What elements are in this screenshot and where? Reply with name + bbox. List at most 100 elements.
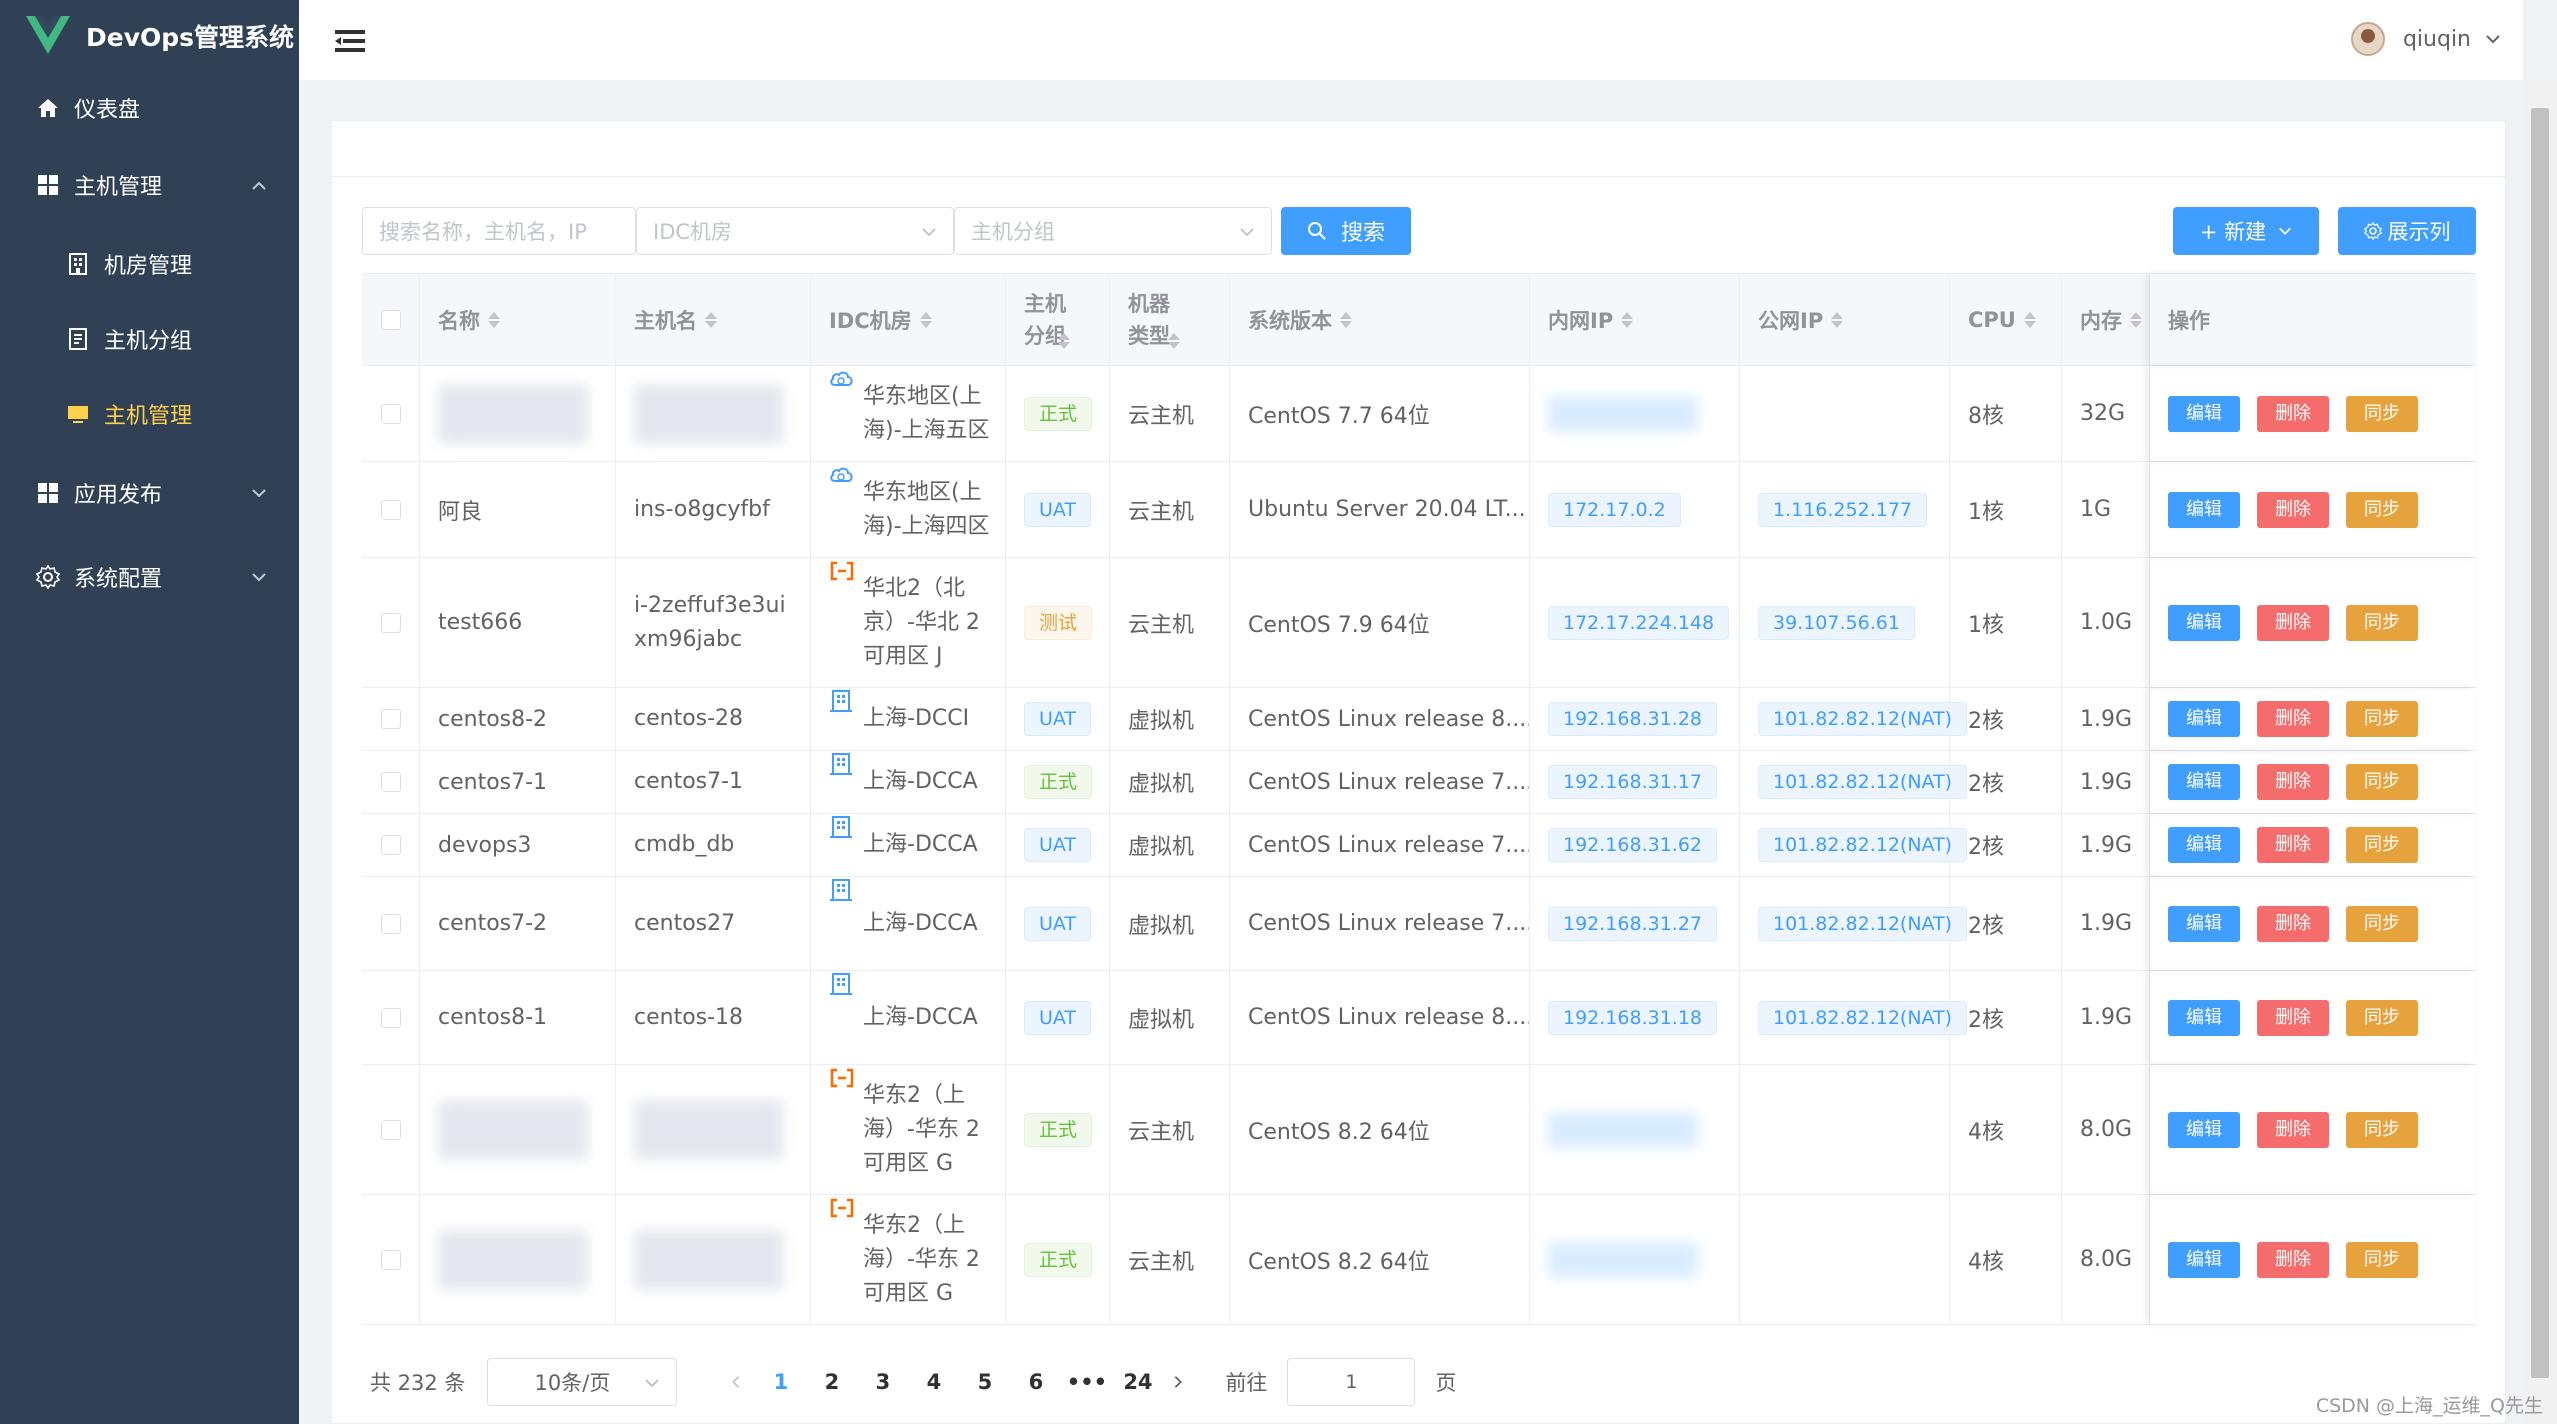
row-checkbox[interactable] bbox=[380, 1007, 401, 1028]
table-row[interactable]: 阿良 ins-o8gcyfbf 华东地区(上海)-上海四区 UAT 云主机 Ubuntu … bbox=[362, 462, 2476, 558]
delete-button[interactable]: 删除 bbox=[2257, 395, 2329, 432]
table-row[interactable]: 华东地区(上海)-上海五区 正式 云主机 CentOS 7.7 64位 8核 32G 编辑删… bbox=[362, 366, 2476, 462]
row-select[interactable] bbox=[362, 971, 420, 1064]
edit-button[interactable]: 编辑 bbox=[2168, 827, 2240, 863]
row-checkbox[interactable] bbox=[380, 913, 401, 934]
table-row[interactable]: 华东2（上海）-华东 2 可用区 G 正式 云主机 CentOS 8.2 64位 4核 8… bbox=[362, 1195, 2476, 1325]
row-checkbox[interactable] bbox=[380, 403, 401, 424]
sort-icon[interactable] bbox=[488, 311, 500, 328]
col-idc[interactable]: IDC机房 bbox=[811, 274, 1006, 365]
row-checkbox[interactable] bbox=[380, 1119, 401, 1140]
hamburger-icon[interactable] bbox=[335, 28, 365, 54]
col-group[interactable]: 主机分组 bbox=[1006, 274, 1110, 365]
row-select[interactable] bbox=[362, 1195, 420, 1324]
sort-icon[interactable] bbox=[1831, 311, 1844, 328]
sync-button[interactable]: 同步 bbox=[2346, 1241, 2418, 1278]
edit-button[interactable]: 编辑 bbox=[2168, 604, 2240, 641]
table-row[interactable]: devops3 cmdb_db 上海-DCCA UAT 虚拟机 CentOS Linux … bbox=[362, 814, 2476, 877]
row-select[interactable] bbox=[362, 558, 420, 687]
page-ellipsis[interactable]: ••• bbox=[1061, 1370, 1112, 1394]
scrollbar-thumb[interactable] bbox=[2531, 108, 2549, 1378]
user-menu[interactable]: qiuqin bbox=[2350, 22, 2501, 56]
table-row[interactable]: centos7-2 centos27 上海-DCCA UAT 虚拟机 CentOS Lin… bbox=[362, 877, 2476, 971]
col-cpu[interactable]: CPU bbox=[1950, 274, 2062, 365]
sort-icon[interactable] bbox=[1168, 333, 1180, 349]
col-public-ip[interactable]: 公网IP bbox=[1740, 274, 1950, 365]
delete-button[interactable]: 删除 bbox=[2257, 701, 2329, 737]
sync-button[interactable]: 同步 bbox=[2346, 905, 2418, 942]
row-select[interactable] bbox=[362, 877, 420, 970]
page-number[interactable]: 1 bbox=[755, 1370, 806, 1394]
idc-select[interactable]: IDC机房 bbox=[636, 207, 954, 255]
row-select[interactable] bbox=[362, 688, 420, 750]
table-row[interactable]: 华东2（上海）-华东 2 可用区 G 正式 云主机 CentOS 8.2 64位 4核 8… bbox=[362, 1065, 2476, 1195]
edit-button[interactable]: 编辑 bbox=[2168, 1241, 2240, 1278]
table-row[interactable]: test666 i-2zeffuf3e3uixm96jabc 华北2（北京）-华北 … bbox=[362, 558, 2476, 688]
page-number[interactable]: 5 bbox=[959, 1370, 1010, 1394]
sidebar-item-dashboard[interactable]: 仪表盘 bbox=[0, 72, 299, 144]
page-number[interactable]: 2 bbox=[806, 1370, 857, 1394]
sort-icon[interactable] bbox=[1340, 311, 1352, 328]
row-checkbox[interactable] bbox=[380, 1249, 401, 1270]
edit-button[interactable]: 编辑 bbox=[2168, 905, 2240, 942]
search-button[interactable]: 搜索 bbox=[1281, 207, 1411, 255]
new-button[interactable]: + 新建 bbox=[2173, 207, 2319, 255]
sync-button[interactable]: 同步 bbox=[2346, 1111, 2418, 1148]
select-all-checkbox[interactable] bbox=[380, 309, 401, 330]
sort-icon[interactable] bbox=[2130, 311, 2142, 328]
delete-button[interactable]: 删除 bbox=[2257, 604, 2329, 641]
sort-icon[interactable] bbox=[1058, 333, 1070, 349]
sort-icon[interactable] bbox=[705, 311, 717, 328]
goto-page-input[interactable]: 1 bbox=[1287, 1358, 1416, 1406]
prev-page-icon[interactable] bbox=[729, 1375, 743, 1389]
col-private-ip[interactable]: 内网IP bbox=[1530, 274, 1740, 365]
row-select[interactable] bbox=[362, 1065, 420, 1194]
delete-button[interactable]: 删除 bbox=[2257, 491, 2329, 528]
sidebar-item-app-release[interactable]: 应用发布 bbox=[0, 451, 299, 535]
delete-button[interactable]: 删除 bbox=[2257, 764, 2329, 800]
sync-button[interactable]: 同步 bbox=[2346, 604, 2418, 641]
page-number[interactable]: 24 bbox=[1112, 1370, 1163, 1394]
delete-button[interactable]: 删除 bbox=[2257, 1241, 2329, 1278]
avatar[interactable] bbox=[2350, 22, 2385, 56]
col-hostname[interactable]: 主机名 bbox=[616, 274, 811, 365]
col-name[interactable]: 名称 bbox=[420, 274, 616, 365]
sync-button[interactable]: 同步 bbox=[2346, 395, 2418, 432]
sidebar-item-host-group[interactable]: 主机分组 bbox=[0, 301, 299, 376]
sync-button[interactable]: 同步 bbox=[2346, 701, 2418, 737]
delete-button[interactable]: 删除 bbox=[2257, 905, 2329, 942]
row-select[interactable] bbox=[362, 366, 420, 461]
edit-button[interactable]: 编辑 bbox=[2168, 999, 2240, 1036]
col-os[interactable]: 系统版本 bbox=[1230, 274, 1530, 365]
delete-button[interactable]: 删除 bbox=[2257, 999, 2329, 1036]
edit-button[interactable]: 编辑 bbox=[2168, 1111, 2240, 1148]
edit-button[interactable]: 编辑 bbox=[2168, 701, 2240, 737]
delete-button[interactable]: 删除 bbox=[2257, 1111, 2329, 1148]
sort-icon[interactable] bbox=[2023, 311, 2036, 328]
sync-button[interactable]: 同步 bbox=[2346, 764, 2418, 800]
sidebar-item-host[interactable]: 主机管理 bbox=[0, 376, 299, 451]
edit-button[interactable]: 编辑 bbox=[2168, 491, 2240, 528]
table-row[interactable]: centos8-2 centos-28 上海-DCCI UAT 虚拟机 CentOS Li… bbox=[362, 688, 2476, 751]
app-logo[interactable]: DevOps管理系统 bbox=[0, 0, 299, 72]
table-row[interactable]: centos8-1 centos-18 上海-DCCA UAT 虚拟机 CentOS Li… bbox=[362, 971, 2476, 1065]
group-select[interactable]: 主机分组 bbox=[954, 207, 1272, 255]
page-number[interactable]: 6 bbox=[1010, 1370, 1061, 1394]
sort-icon[interactable] bbox=[1621, 311, 1634, 328]
show-columns-button[interactable]: 展示列 bbox=[2338, 207, 2476, 255]
edit-button[interactable]: 编辑 bbox=[2168, 395, 2240, 432]
search-input[interactable]: 搜索名称，主机名，IP bbox=[362, 207, 636, 255]
sort-icon[interactable] bbox=[919, 311, 932, 328]
row-select[interactable] bbox=[362, 814, 420, 876]
sidebar-item-host-mgmt[interactable]: 主机管理 bbox=[0, 144, 299, 226]
sidebar-item-idc[interactable]: 机房管理 bbox=[0, 226, 299, 301]
delete-button[interactable]: 删除 bbox=[2257, 827, 2329, 863]
next-page-icon[interactable] bbox=[1171, 1375, 1185, 1389]
sync-button[interactable]: 同步 bbox=[2346, 491, 2418, 528]
sync-button[interactable]: 同步 bbox=[2346, 999, 2418, 1036]
page-number[interactable]: 4 bbox=[908, 1370, 959, 1394]
row-select[interactable] bbox=[362, 751, 420, 813]
row-checkbox[interactable] bbox=[380, 835, 401, 855]
col-type[interactable]: 机器类型 bbox=[1110, 274, 1230, 365]
row-select[interactable] bbox=[362, 462, 420, 557]
